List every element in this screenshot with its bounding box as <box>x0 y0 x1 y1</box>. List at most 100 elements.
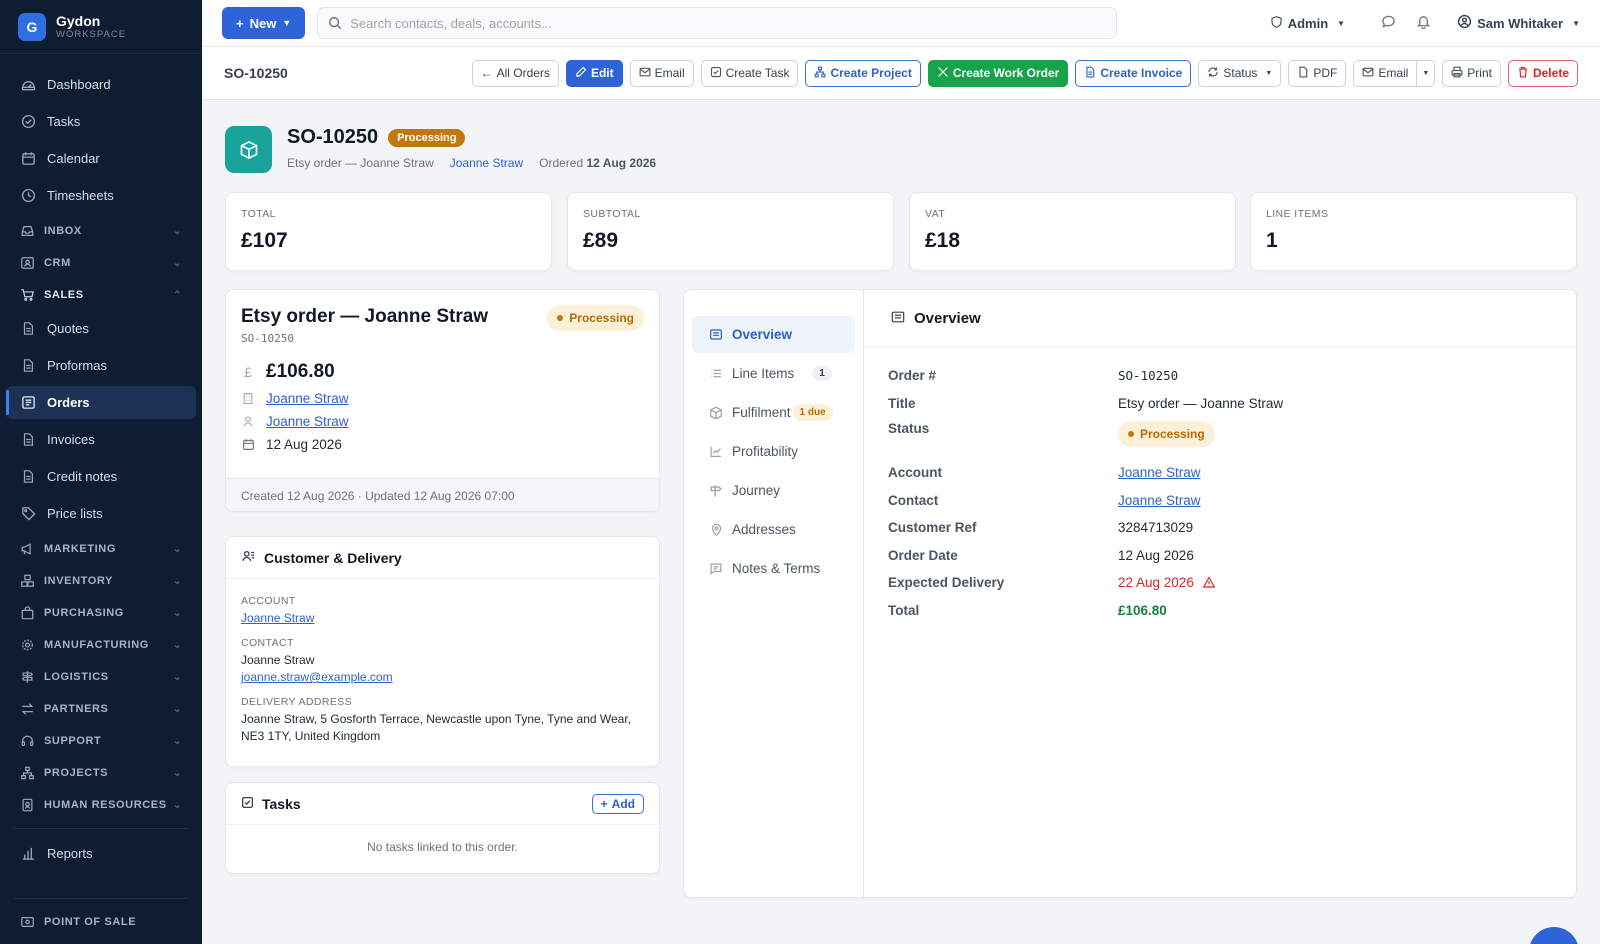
admin-menu[interactable]: Admin ▼ <box>1270 15 1345 32</box>
headset-icon <box>18 733 36 749</box>
stat-value: £18 <box>925 229 961 252</box>
caret-down-icon: ▼ <box>1337 18 1346 28</box>
pdf-button[interactable]: PDF <box>1288 59 1347 87</box>
sidebar-item-price-lists[interactable]: Price lists <box>6 497 196 530</box>
printer-icon <box>1451 66 1463 81</box>
line-items-count-badge: 1 <box>812 366 832 381</box>
field-label: Title <box>888 395 916 411</box>
bag-icon <box>18 605 36 621</box>
sidebar-section-projects[interactable]: PROJECTS ⌄ <box>6 758 196 788</box>
orders-icon <box>20 395 36 411</box>
field-label: Order # <box>888 368 937 384</box>
sidebar-item-dashboard[interactable]: Dashboard <box>6 68 196 101</box>
bar-chart-icon <box>20 846 36 862</box>
create-work-order-button[interactable]: Create Work Order <box>927 59 1069 87</box>
section-label: SALES <box>44 289 84 301</box>
tab-overview[interactable]: Overview <box>692 316 855 353</box>
new-button[interactable]: + New ▼ <box>222 7 306 39</box>
sidebar-item-proformas[interactable]: Proformas <box>6 349 196 382</box>
page-title: SO-10250 <box>287 126 379 148</box>
sidebar-section-point-of-sale[interactable]: POINT OF SALE <box>6 907 196 937</box>
header-contact-link[interactable]: Joanne Straw <box>450 156 523 170</box>
sidebar-item-calendar[interactable]: Calendar <box>6 142 196 175</box>
user-menu[interactable]: Sam Whitaker ▼ <box>1457 14 1580 32</box>
email-options-toggle[interactable]: ▼ <box>1417 59 1436 87</box>
summary-footer: Created 12 Aug 2026 · Updated 12 Aug 202… <box>226 478 659 511</box>
sidebar-section-crm[interactable]: CRM ⌄ <box>6 248 196 278</box>
edit-button[interactable]: Edit <box>565 59 623 87</box>
section-label: INVENTORY <box>44 575 113 587</box>
email-button[interactable]: Email <box>629 59 694 87</box>
tasks-empty-state: No tasks linked to this order. <box>367 840 518 854</box>
status-dropdown-button[interactable]: Status ▼ <box>1198 59 1282 87</box>
field-account: Account Joanne Straw <box>888 459 1552 487</box>
field-label: Customer Ref <box>888 520 977 536</box>
all-orders-button[interactable]: ← All Orders <box>471 59 559 87</box>
button-label: Email <box>1378 66 1409 80</box>
sidebar-section-inbox[interactable]: INBOX ⌄ <box>6 216 196 246</box>
contact-link[interactable]: Joanne Straw <box>1118 493 1201 508</box>
stat-card-total: TOTAL £107 <box>225 192 552 271</box>
sidebar-item-label: Price lists <box>47 506 103 521</box>
brand[interactable]: G Gydon WORKSPACE <box>0 0 202 54</box>
building-icon <box>241 392 255 405</box>
sidebar-item-credit-notes[interactable]: Credit notes <box>6 460 196 493</box>
tab-fulfilment[interactable]: Fulfilment 1 due <box>692 394 855 431</box>
sidebar-section-human-resources[interactable]: HUMAN RESOURCES ⌄ <box>6 790 196 820</box>
tab-profitability[interactable]: Profitability <box>692 433 855 470</box>
contact-email-link[interactable]: joanne.straw@example.com <box>241 670 393 684</box>
sidebar-section-inventory[interactable]: INVENTORY ⌄ <box>6 566 196 596</box>
account-label: ACCOUNT <box>241 595 296 607</box>
record-header: SO-10250 Processing Etsy order — Joanne … <box>225 126 656 173</box>
sidebar-item-orders[interactable]: Orders <box>6 386 196 419</box>
floating-action-button[interactable] <box>1529 927 1579 944</box>
summary-code: SO-10250 <box>241 332 294 345</box>
tab-label: Fulfilment <box>732 405 791 420</box>
sidebar-item-timesheets[interactable]: Timesheets <box>6 179 196 212</box>
sidebar-section-marketing[interactable]: MARKETING ⌄ <box>6 534 196 564</box>
delete-button[interactable]: Delete <box>1507 59 1578 87</box>
sidebar-item-quotes[interactable]: Quotes <box>6 312 196 345</box>
sidebar-item-tasks[interactable]: Tasks <box>6 105 196 138</box>
chevron-down-icon: ⌄ <box>173 575 182 587</box>
global-search-input[interactable]: Search contacts, deals, accounts... <box>317 7 1118 39</box>
card-title: Customer & Delivery <box>264 549 402 566</box>
sidebar-item-label: Calendar <box>47 151 100 166</box>
create-project-button[interactable]: Create Project <box>805 59 921 87</box>
add-task-button[interactable]: + Add <box>591 793 644 814</box>
sidebar-section-purchasing[interactable]: PURCHASING ⌄ <box>6 598 196 628</box>
tab-journey[interactable]: Journey <box>692 472 855 509</box>
button-label: Add <box>611 796 635 811</box>
summary-contact-link[interactable]: Joanne Straw <box>266 414 349 429</box>
bell-icon <box>1416 14 1431 32</box>
section-label: MANUFACTURING <box>44 639 149 651</box>
sidebar-section-sales[interactable]: SALES ⌃ <box>6 280 196 310</box>
sidebar-item-reports[interactable]: Reports <box>6 837 196 870</box>
summary-account-link[interactable]: Joanne Straw <box>266 391 349 406</box>
sidebar-item-label: Invoices <box>47 432 95 447</box>
refresh-icon <box>1207 66 1219 81</box>
tab-line-items[interactable]: Line Items 1 <box>692 355 855 392</box>
field-order-number: Order # SO-10250 <box>888 362 1552 390</box>
package-icon <box>708 406 724 420</box>
notifications-button[interactable] <box>1416 14 1431 32</box>
sidebar-item-invoices[interactable]: Invoices <box>6 423 196 456</box>
map-pin-icon <box>708 523 724 537</box>
print-button[interactable]: Print <box>1442 59 1501 87</box>
sidebar: G Gydon WORKSPACE Dashboard Tasks Calend… <box>0 0 202 944</box>
create-invoice-button[interactable]: Create Invoice <box>1075 59 1192 87</box>
tab-notes-terms[interactable]: Notes & Terms <box>692 550 855 587</box>
pencil-icon <box>575 66 587 81</box>
create-task-button[interactable]: Create Task <box>700 59 799 87</box>
account-link[interactable]: Joanne Straw <box>1118 465 1201 480</box>
field-value: Etsy order — Joanne Straw <box>1118 395 1284 411</box>
sidebar-section-support[interactable]: SUPPORT ⌄ <box>6 726 196 756</box>
messages-button[interactable] <box>1381 14 1396 32</box>
tab-addresses[interactable]: Addresses <box>692 511 855 548</box>
people-icon <box>241 549 256 566</box>
sidebar-section-logistics[interactable]: LOGISTICS ⌄ <box>6 662 196 692</box>
sidebar-section-manufacturing[interactable]: MANUFACTURING ⌄ <box>6 630 196 660</box>
sidebar-section-partners[interactable]: PARTNERS ⌄ <box>6 694 196 724</box>
email-send-button[interactable]: Email <box>1353 59 1418 87</box>
customer-account-link[interactable]: Joanne Straw <box>241 611 314 625</box>
